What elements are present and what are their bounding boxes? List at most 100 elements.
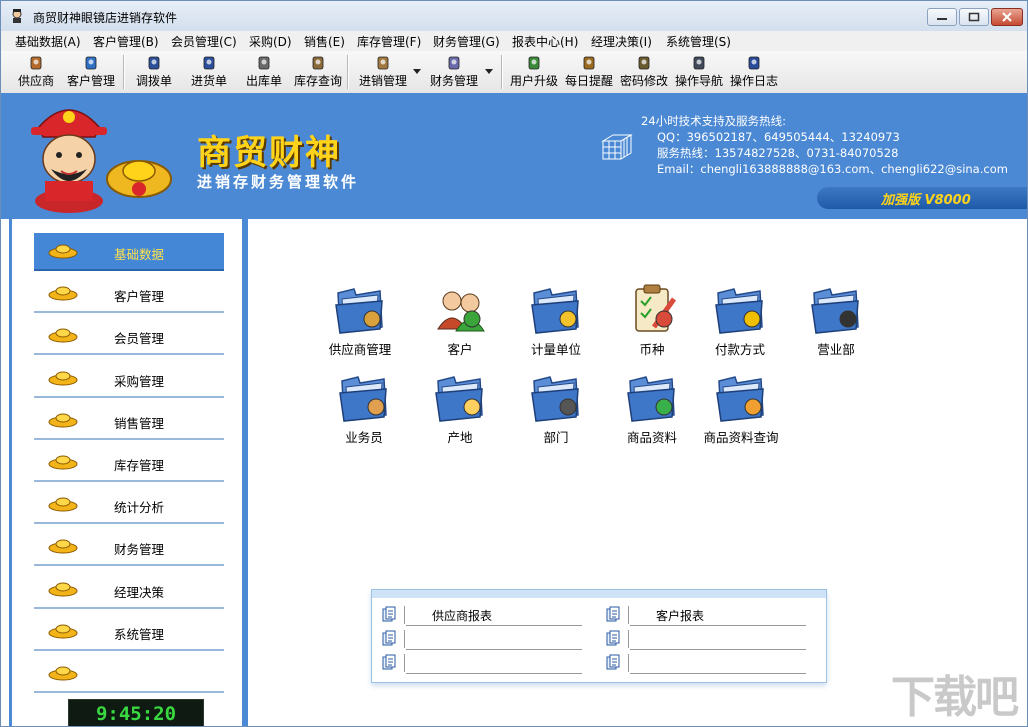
maximize-button[interactable] (959, 8, 989, 26)
department-folder-icon (531, 376, 579, 422)
sidebar-item-10[interactable] (34, 655, 224, 693)
report-underline (406, 673, 582, 674)
tile-3[interactable]: 币种 (607, 281, 697, 358)
gold-ingot-icon (48, 286, 78, 301)
menu-item-5[interactable]: 库存管理(F) (357, 33, 421, 50)
menu-item-0[interactable]: 基础数据(A) (15, 33, 81, 50)
report-divider (404, 606, 405, 624)
report-row-0[interactable]: 供应商报表 (372, 604, 582, 626)
purchase-doc-icon (203, 56, 215, 70)
report-divider (404, 654, 405, 672)
menu-bar: 基础数据(A) 客户管理(B) 会员管理(C) 采购(D) 销售(E) 库存管理(F) 财务… (1, 31, 1027, 51)
sidebar-item-label: 客户管理 (114, 289, 165, 305)
toolbar-button-11[interactable]: 操作导航 (672, 52, 726, 92)
brand-subtitle: 进销存财务管理软件 (197, 173, 360, 191)
sidebar-item-2[interactable]: 会员管理 (34, 317, 224, 356)
toolbar-button-2[interactable]: 调拨单 (129, 52, 179, 92)
brand-name: 商贸财神 (197, 133, 341, 173)
banner: 商贸财神 进销存财务管理软件 24小时技术支持及服务热线: QQ：3965021… (1, 93, 1027, 219)
report-row-1[interactable]: 客户报表 (596, 604, 806, 626)
unit-folder-icon (531, 288, 579, 334)
toolbar-button-5[interactable]: 库存查询 (291, 52, 345, 92)
toolbar-button-9[interactable]: 每日提醒 (562, 52, 616, 92)
tile-8[interactable]: 部门 (511, 369, 601, 446)
menu-item-3[interactable]: 采购(D) (249, 33, 292, 50)
sidebar-item-1[interactable]: 客户管理 (34, 275, 224, 314)
lock-icon (638, 56, 650, 70)
sidebar-item-0[interactable]: 基础数据 (34, 233, 224, 271)
tile-5[interactable]: 营业部 (791, 281, 881, 358)
sidebar-item-3[interactable]: 采购管理 (34, 360, 224, 398)
toolbar-label: 用户升级 (509, 74, 558, 88)
tile-10[interactable]: 商品资料查询 (695, 369, 787, 446)
gold-ingot-icon (48, 624, 78, 639)
tile-0[interactable]: 供应商管理 (315, 281, 405, 358)
gold-ingot-icon (48, 244, 78, 259)
tile-label: 业务员 (345, 430, 383, 445)
tile-6[interactable]: 业务员 (319, 369, 409, 446)
sidebar-item-label: 销售管理 (114, 415, 165, 431)
gold-ingot-icon (48, 413, 78, 428)
menu-item-8[interactable]: 经理决策(I) (591, 33, 652, 50)
tile-1[interactable]: 客户 (415, 281, 505, 358)
toolbar-button-0[interactable]: 供应商 (9, 52, 63, 92)
menu-item-1[interactable]: 客户管理(B) (93, 33, 159, 50)
globe-icon (528, 56, 540, 70)
sidebar-item-label: 系统管理 (114, 626, 165, 642)
sidebar-item-7[interactable]: 财务管理 (34, 528, 224, 567)
gold-ingot-icon (48, 328, 78, 343)
toolbar-button-12[interactable]: 操作日志 (727, 52, 781, 92)
dropdown-arrow-icon[interactable] (485, 69, 493, 74)
gold-ingot-icon (48, 371, 78, 386)
god-of-wealth-logo-icon (31, 109, 172, 213)
toolbar-button-10[interactable]: 密码修改 (617, 52, 671, 92)
report-row-3[interactable] (596, 628, 806, 650)
dropdown-arrow-icon[interactable] (413, 69, 421, 74)
sidebar-item-4[interactable]: 销售管理 (34, 402, 224, 440)
menu-item-4[interactable]: 销售(E) (304, 33, 345, 50)
report-row-5[interactable] (596, 652, 806, 674)
sidebar-item-8[interactable]: 经理决策 (34, 571, 224, 609)
toolbar-label: 调拨单 (135, 74, 172, 88)
toolbar-button-6[interactable]: 进销管理 (353, 52, 413, 92)
tile-label: 商品资料查询 (703, 430, 779, 445)
outbound-doc-icon (258, 56, 270, 70)
report-doc-icon (382, 606, 396, 622)
support-info: 24小时技术支持及服务热线: QQ：396502187、649505444、13… (641, 113, 1008, 177)
report-label: 供应商报表 (432, 609, 493, 623)
toolbar-button-4[interactable]: 出库单 (239, 52, 289, 92)
toolbar-button-1[interactable]: 客户管理 (63, 52, 119, 92)
menu-item-2[interactable]: 会员管理(C) (171, 33, 237, 50)
menu-item-7[interactable]: 报表中心(H) (512, 33, 578, 50)
sidebar-item-label: 经理决策 (114, 584, 165, 600)
toolbar-button-8[interactable]: 用户升级 (507, 52, 561, 92)
title-bar[interactable]: 商贸财神眼镜店进销存软件 (1, 1, 1027, 32)
sidebar: 9:45:20 基础数据 客户管理 会员管理 采购管理 销售管理 库存管理 统计分析 财务管理… (9, 219, 245, 726)
sidebar-item-6[interactable]: 统计分析 (34, 486, 224, 525)
report-label: 客户报表 (656, 609, 705, 623)
report-divider (404, 630, 405, 648)
supplier-icon (30, 56, 42, 70)
menu-item-6[interactable]: 财务管理(G) (433, 33, 500, 50)
tile-2[interactable]: 计量单位 (511, 281, 601, 358)
sidebar-item-5[interactable]: 库存管理 (34, 444, 224, 482)
business-dept-folder-icon (811, 288, 859, 334)
sidebar-item-9[interactable]: 系统管理 (34, 613, 224, 651)
minimize-button[interactable] (927, 8, 957, 26)
currency-clipboard-icon (635, 284, 677, 332)
toolbar-label: 进货单 (190, 74, 227, 88)
report-row-2[interactable] (372, 628, 582, 650)
tile-4[interactable]: 付款方式 (695, 281, 785, 358)
report-underline (630, 625, 806, 626)
cube-grid-icon (601, 134, 633, 160)
tile-9[interactable]: 商品资料 (607, 369, 697, 446)
tile-label: 商品资料 (626, 430, 677, 445)
toolbar-button-7[interactable]: 财务管理 (425, 52, 483, 92)
toolbar: 供应商 客户管理 调拨单 进货单 出库单 库存查询 进销管理 财务管理 用户升级 每日提醒 密码修改… (1, 51, 1027, 94)
toolbar-button-3[interactable]: 进货单 (184, 52, 234, 92)
menu-item-9[interactable]: 系统管理(S) (666, 33, 731, 50)
version-label: 加强版 V8000 (881, 193, 971, 208)
tile-7[interactable]: 产地 (415, 369, 505, 446)
report-row-4[interactable] (372, 652, 582, 674)
close-button[interactable] (991, 8, 1023, 26)
